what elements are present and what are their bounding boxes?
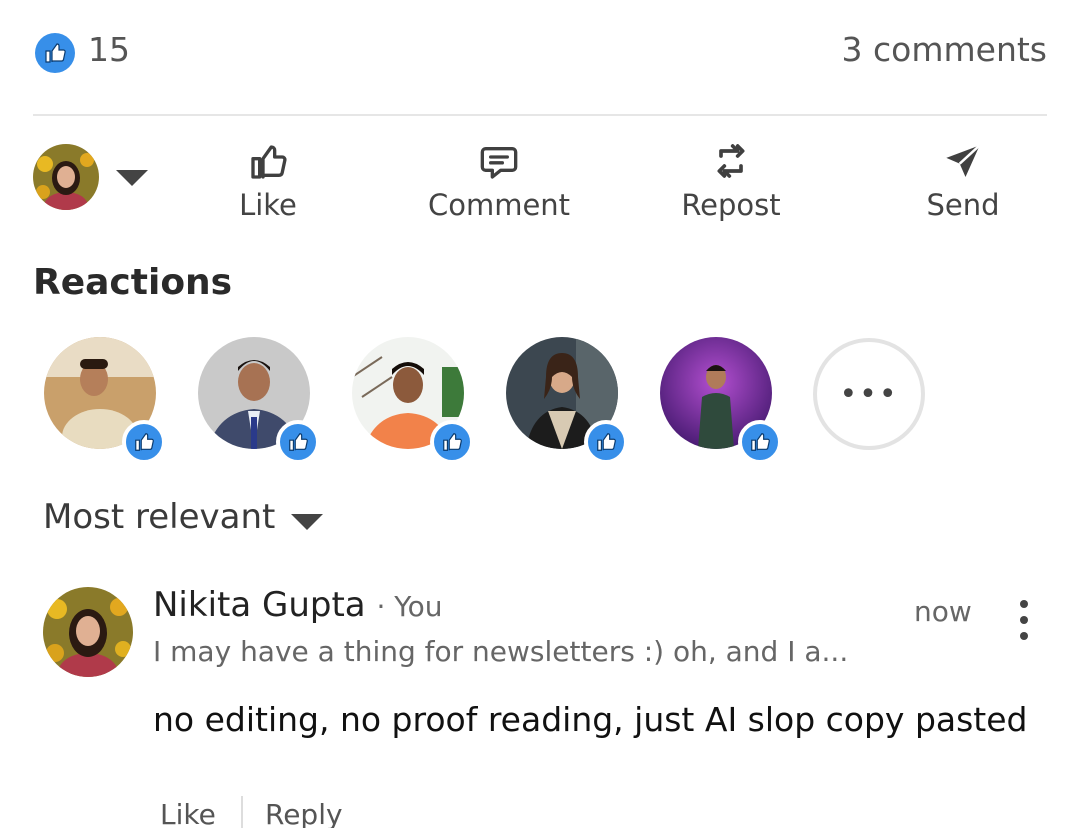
like-badge-icon <box>738 420 782 464</box>
repost-label: Repost <box>681 188 781 222</box>
repost-icon <box>711 136 751 182</box>
repost-button[interactable]: Repost <box>680 136 782 222</box>
comment-text: no editing, no proof reading, just AI sl… <box>153 700 1028 739</box>
reaction-like-icon <box>35 33 75 73</box>
sort-dropdown[interactable]: Most relevant <box>43 497 275 537</box>
reaction-count[interactable]: 15 <box>88 30 130 69</box>
divider <box>33 114 1047 116</box>
comment-author-name[interactable]: Nikita Gupta · You <box>153 585 443 625</box>
comments-count-link[interactable]: 3 comments <box>842 30 1047 69</box>
reactions-heading: Reactions <box>33 262 233 303</box>
like-badge-icon <box>584 420 628 464</box>
more-reactions-button[interactable]: ••• <box>813 338 925 450</box>
actor-switch-chevron-down-icon[interactable] <box>116 170 148 186</box>
like-badge-icon <box>276 420 320 464</box>
divider <box>241 796 243 828</box>
comment-timestamp: now <box>914 595 972 628</box>
comment-reply-button[interactable]: Reply <box>265 798 343 828</box>
you-tag: · You <box>376 590 443 623</box>
sort-chevron-down-icon[interactable] <box>291 514 323 530</box>
send-button[interactable]: Send <box>921 136 1005 222</box>
send-icon <box>943 136 983 182</box>
like-badge-icon <box>122 420 166 464</box>
comment-author-label[interactable]: Nikita Gupta <box>153 585 366 625</box>
comment-author-headline: I may have a thing for newsletters :) oh… <box>153 635 849 668</box>
comment-icon <box>478 136 520 182</box>
comment-like-button[interactable]: Like <box>160 798 216 828</box>
send-label: Send <box>926 188 1000 222</box>
comment-button[interactable]: Comment <box>426 136 572 222</box>
comment-label: Comment <box>427 188 571 222</box>
current-user-avatar[interactable] <box>33 144 99 210</box>
like-badge-icon <box>430 420 474 464</box>
like-label: Like <box>239 188 297 222</box>
thumbs-up-outline-icon <box>248 136 288 182</box>
more-reactions-label: ••• <box>839 376 899 412</box>
comment-author-avatar[interactable] <box>43 587 133 677</box>
like-button[interactable]: Like <box>228 136 308 222</box>
comment-overflow-menu-icon[interactable] <box>1016 600 1032 640</box>
